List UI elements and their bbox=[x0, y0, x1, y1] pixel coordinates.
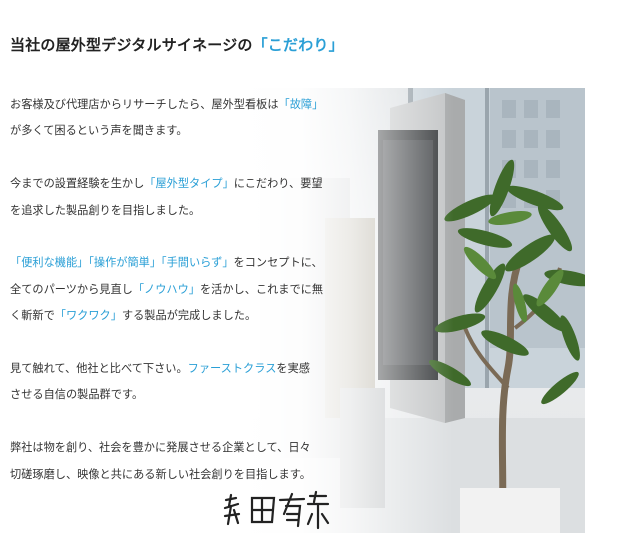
body-text-segment: 全てのパーツから見直し bbox=[10, 282, 133, 296]
paragraph: 見て触れて、他社と比べて下さい。ファーストクラスを実感させる自信の製品群です。 bbox=[10, 356, 350, 409]
paragraph-line: 「便利な機能」「操作が簡単」「手間いらず」をコンセプトに、 bbox=[10, 250, 350, 276]
paragraph-line: 切磋琢磨し、映像と共にある新しい社会創りを目指します。 bbox=[10, 462, 350, 488]
heading-text: 当社の屋外型デジタルサイネージの bbox=[10, 36, 253, 54]
body-text-segment: を活かし、これまでに無 bbox=[199, 282, 324, 296]
signature-mark bbox=[223, 490, 330, 530]
highlight-text: 「ワクワク」 bbox=[54, 309, 122, 323]
paragraph-line: させる自信の製品群です。 bbox=[10, 382, 350, 408]
paragraph-line: が多くて困るという声を聞きます。 bbox=[10, 118, 350, 144]
paragraph: お客様及び代理店からリサーチしたら、屋外型看板は「故障」が多くて困るという声を聞… bbox=[10, 92, 350, 145]
paragraph-line: 全てのパーツから見直し「ノウハウ」を活かし、これまでに無 bbox=[10, 277, 350, 303]
paragraph: 「便利な機能」「操作が簡単」「手間いらず」をコンセプトに、 全てのパーツから見直し… bbox=[10, 250, 350, 329]
body-text-segment: を実感 bbox=[276, 362, 310, 376]
highlight-text: 「便利な機能」「操作が簡単」「手間いらず」 bbox=[10, 256, 234, 270]
body-text-segment: 見て触れて、他社と比べて下さい。 bbox=[10, 362, 188, 376]
body-text-segment: 今までの設置経験を生かし bbox=[10, 177, 145, 191]
highlight-text: 「ノウハウ」 bbox=[132, 282, 200, 296]
body-text-segment: をコンセプトに、 bbox=[233, 256, 323, 270]
paragraph-line: 見て触れて、他社と比べて下さい。ファーストクラスを実感 bbox=[10, 356, 350, 382]
paragraph-line: お客様及び代理店からリサーチしたら、屋外型看板は「故障」 bbox=[10, 92, 350, 118]
body-text-segment: する製品が完成しました。 bbox=[121, 309, 257, 323]
heading-accent: 「こだわり」 bbox=[252, 36, 344, 54]
paragraph-line: く斬新で「ワクワク」する製品が完成しました。 bbox=[10, 303, 350, 329]
page-heading: 当社の屋外型デジタルサイネージの「こだわり」 bbox=[10, 34, 344, 55]
paragraph-line: を追求した製品創りを目指しました。 bbox=[10, 198, 350, 224]
body-text-segment: させる自信の製品群です。 bbox=[10, 388, 144, 402]
paragraph: 弊社は物を創り、社会を豊かに発展させる企業として、日々 切磋琢磨し、映像と共にある… bbox=[10, 435, 350, 488]
body-text-segment: が多くて困るという声を聞きます。 bbox=[10, 124, 188, 138]
paragraph: 今までの設置経験を生かし「屋外型タイプ」にこだわり、要望を追求した製品創りを目指… bbox=[10, 171, 350, 224]
signature bbox=[222, 490, 332, 532]
paragraph-line: 弊社は物を創り、社会を豊かに発展させる企業として、日々 bbox=[10, 435, 350, 461]
paragraph-line: 今までの設置経験を生かし「屋外型タイプ」にこだわり、要望 bbox=[10, 171, 350, 197]
body-text-segment: にこだわり、要望 bbox=[233, 177, 323, 191]
body-text-segment: 弊社は物を創り、社会を豊かに発展させる企業として、日々 bbox=[10, 441, 311, 455]
highlight-text: ファーストクラス bbox=[187, 362, 277, 376]
body-text-segment: く斬新で bbox=[10, 309, 55, 323]
highlight-text: 「屋外型タイプ」 bbox=[144, 177, 234, 191]
intro-text: お客様及び代理店からリサーチしたら、屋外型看板は「故障」が多くて困るという声を聞… bbox=[10, 92, 350, 514]
highlight-text: 「故障」 bbox=[278, 98, 324, 111]
body-text-segment: 切磋琢磨し、映像と共にある新しい社会創りを目指します。 bbox=[10, 467, 311, 481]
body-text-segment: お客様及び代理店からリサーチしたら、屋外型看板は bbox=[10, 98, 279, 111]
body-text-segment: を追求した製品創りを目指しました。 bbox=[10, 203, 201, 217]
